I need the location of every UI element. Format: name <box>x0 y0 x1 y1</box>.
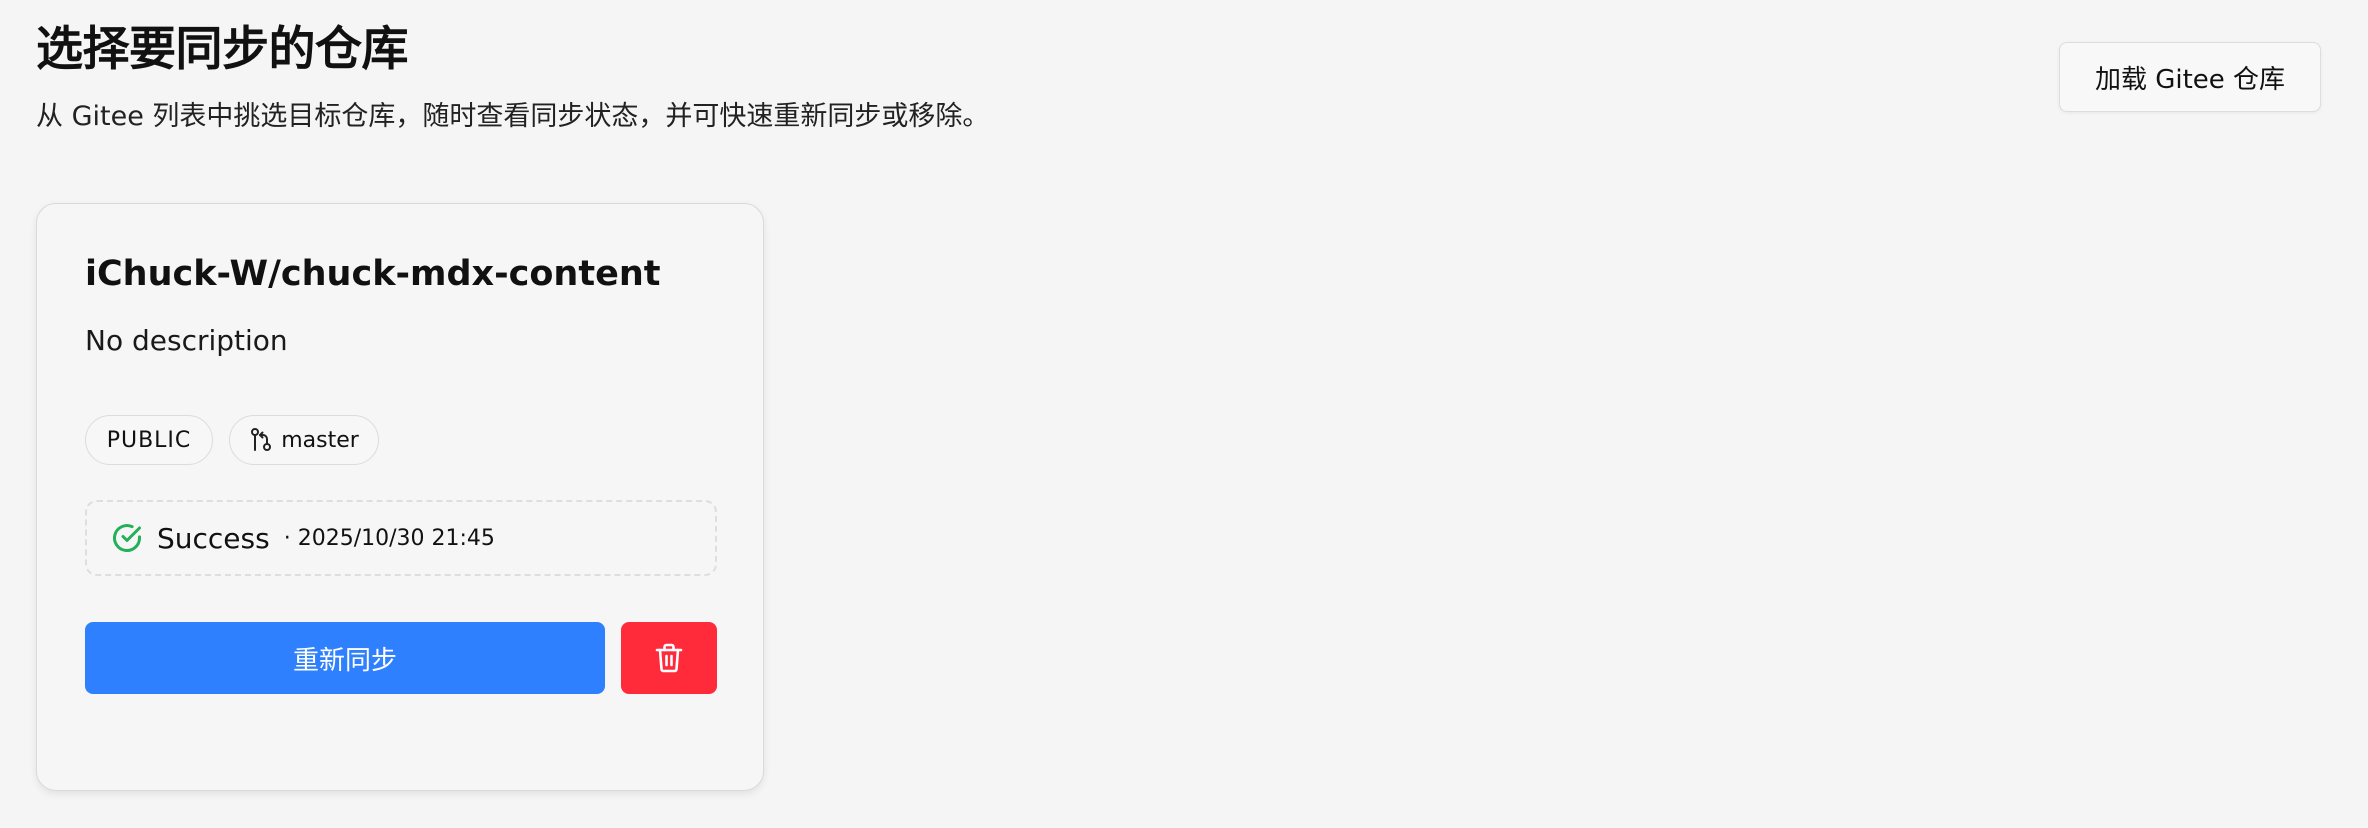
repo-description: No description <box>85 324 288 357</box>
branch-tag: master <box>229 415 379 465</box>
sync-status-time: · 2025/10/30 21:45 <box>283 525 495 551</box>
trash-icon <box>654 642 684 674</box>
repo-card: iChuck-W/chuck-mdx-content No descriptio… <box>36 203 764 791</box>
load-gitee-repos-button[interactable]: 加载 Gitee 仓库 <box>2059 42 2321 112</box>
sync-status-box: Success · 2025/10/30 21:45 <box>85 500 717 576</box>
visibility-label: PUBLIC <box>106 427 192 453</box>
page-subtitle: 从 Gitee 列表中挑选目标仓库，随时查看同步状态，并可快速重新同步或移除。 <box>36 101 990 132</box>
branch-label: master <box>281 427 359 453</box>
git-branch-icon <box>249 427 273 453</box>
resync-button[interactable]: 重新同步 <box>85 622 605 694</box>
repo-name: iChuck-W/chuck-mdx-content <box>85 254 661 294</box>
delete-repo-button[interactable] <box>621 622 717 694</box>
check-circle-icon <box>111 522 143 554</box>
page-title: 选择要同步的仓库 <box>36 22 409 77</box>
visibility-tag: PUBLIC <box>85 415 213 465</box>
sync-status-text: Success <box>157 521 270 555</box>
